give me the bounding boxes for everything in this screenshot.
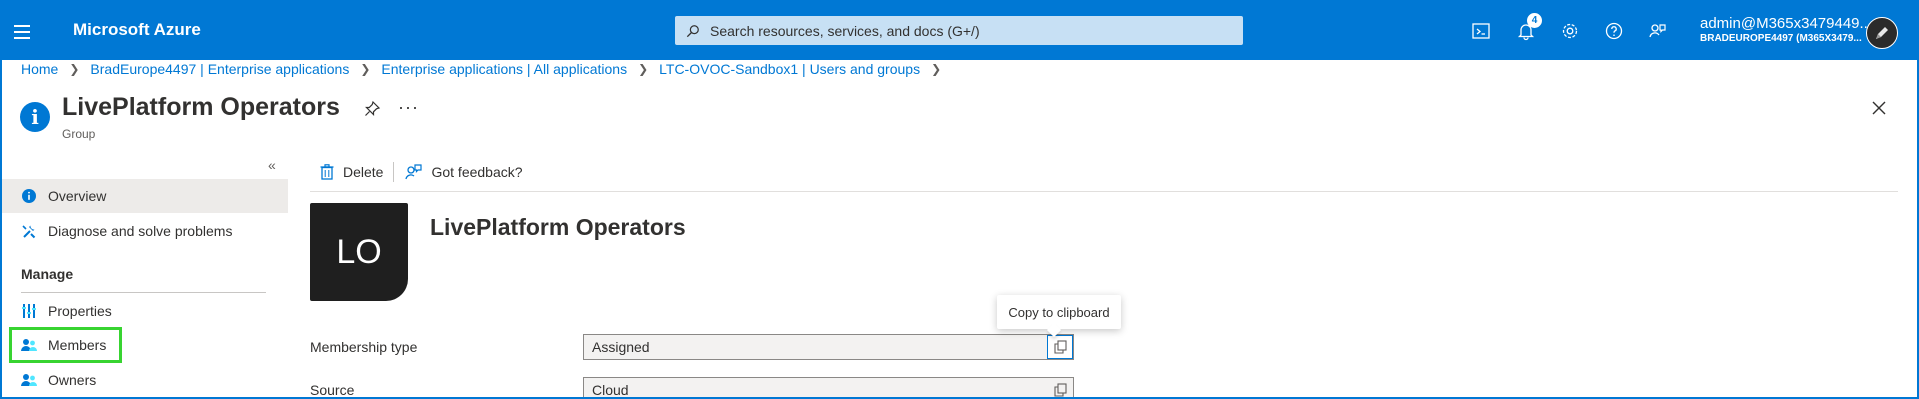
breadcrumb-users-and-groups[interactable]: LTC-OVOC-Sandbox1 | Users and groups — [659, 61, 920, 77]
feedback-button[interactable]: Got feedback? — [394, 156, 532, 188]
owners-icon — [20, 371, 38, 389]
membership-type-field[interactable]: Assigned — [583, 334, 1074, 360]
properties-icon — [20, 302, 38, 320]
wrench-icon — [20, 222, 38, 240]
settings-gear-icon[interactable] — [1556, 17, 1584, 45]
membership-type-value: Assigned — [592, 339, 650, 355]
source-value: Cloud — [592, 382, 629, 398]
help-icon[interactable] — [1600, 17, 1628, 45]
more-options-icon[interactable]: ··· — [398, 97, 419, 118]
breadcrumb-enterprise-apps[interactable]: BradEurope4497 | Enterprise applications — [90, 61, 349, 77]
sidebar-item-label: Diagnose and solve problems — [48, 223, 233, 239]
delete-label: Delete — [343, 164, 384, 180]
notification-count-badge: 4 — [1527, 13, 1542, 28]
copy-to-clipboard-button[interactable] — [1049, 380, 1071, 399]
top-bar: Microsoft Azure 4 admin@M365x3479449... … — [0, 0, 1919, 60]
source-label: Source — [310, 382, 355, 398]
search-box[interactable] — [675, 16, 1243, 45]
divider — [310, 191, 1898, 192]
sidebar-item-properties[interactable]: Properties — [0, 294, 288, 328]
close-icon[interactable] — [1868, 97, 1890, 119]
breadcrumb-home[interactable]: Home — [21, 61, 58, 77]
account-name: admin@M365x3479449... — [1700, 15, 1873, 32]
feedback-icon[interactable] — [1643, 17, 1671, 45]
sidebar-item-overview[interactable]: Overview — [0, 179, 288, 213]
sidebar-item-diagnose[interactable]: Diagnose and solve problems — [0, 214, 288, 248]
trash-icon — [320, 164, 334, 180]
group-avatar: LO — [310, 203, 408, 301]
sidebar-section-manage: Manage — [21, 266, 74, 282]
feedback-icon — [405, 164, 423, 180]
sidebar-item-owners[interactable]: Owners — [0, 363, 288, 397]
page-title: LivePlatform Operators — [62, 93, 340, 121]
cloud-shell-icon[interactable] — [1467, 17, 1495, 45]
copy-icon — [1053, 340, 1067, 354]
breadcrumb: Home ❯ BradEurope4497 | Enterprise appli… — [21, 61, 952, 77]
pin-icon[interactable] — [362, 99, 382, 119]
account-menu[interactable]: admin@M365x3479449... BRADEUROPE4497 (M3… — [1700, 15, 1872, 44]
chevron-right-icon: ❯ — [931, 62, 942, 76]
chevron-right-icon: ❯ — [638, 62, 649, 76]
avatar-pen-icon — [1876, 27, 1888, 39]
brand-title[interactable]: Microsoft Azure — [73, 20, 201, 40]
membership-type-label: Membership type — [310, 339, 418, 355]
user-avatar[interactable] — [1866, 17, 1898, 49]
delete-button[interactable]: Delete — [310, 156, 393, 188]
feedback-label: Got feedback? — [431, 164, 523, 180]
info-icon: i — [20, 102, 50, 132]
breadcrumb-all-applications[interactable]: Enterprise applications | All applicatio… — [381, 61, 627, 77]
sidebar-item-label: Overview — [48, 188, 107, 204]
divider — [21, 292, 266, 293]
info-icon — [20, 187, 38, 205]
account-tenant: BRADEUROPE4497 (M365X3479... — [1700, 33, 1862, 44]
sidebar-item-label: Owners — [48, 372, 97, 388]
copy-tooltip: Copy to clipboard — [997, 295, 1121, 329]
collapse-sidebar-icon[interactable]: « — [268, 157, 276, 173]
command-bar: Delete Got feedback? — [310, 156, 533, 188]
chevron-right-icon: ❯ — [360, 62, 371, 76]
members-highlight-box — [9, 327, 122, 363]
search-icon — [686, 24, 699, 37]
sidebar-item-label: Properties — [48, 303, 112, 319]
hamburger-menu-icon[interactable] — [14, 21, 36, 43]
source-field[interactable]: Cloud — [583, 377, 1074, 399]
notifications-bell-icon[interactable]: 4 — [1512, 13, 1542, 45]
copy-to-clipboard-button[interactable] — [1047, 335, 1073, 359]
chevron-right-icon: ❯ — [69, 62, 80, 76]
copy-icon — [1053, 383, 1067, 397]
group-name: LivePlatform Operators — [430, 214, 686, 240]
search-input[interactable] — [710, 22, 1230, 39]
page-subtitle: Group — [62, 127, 96, 141]
